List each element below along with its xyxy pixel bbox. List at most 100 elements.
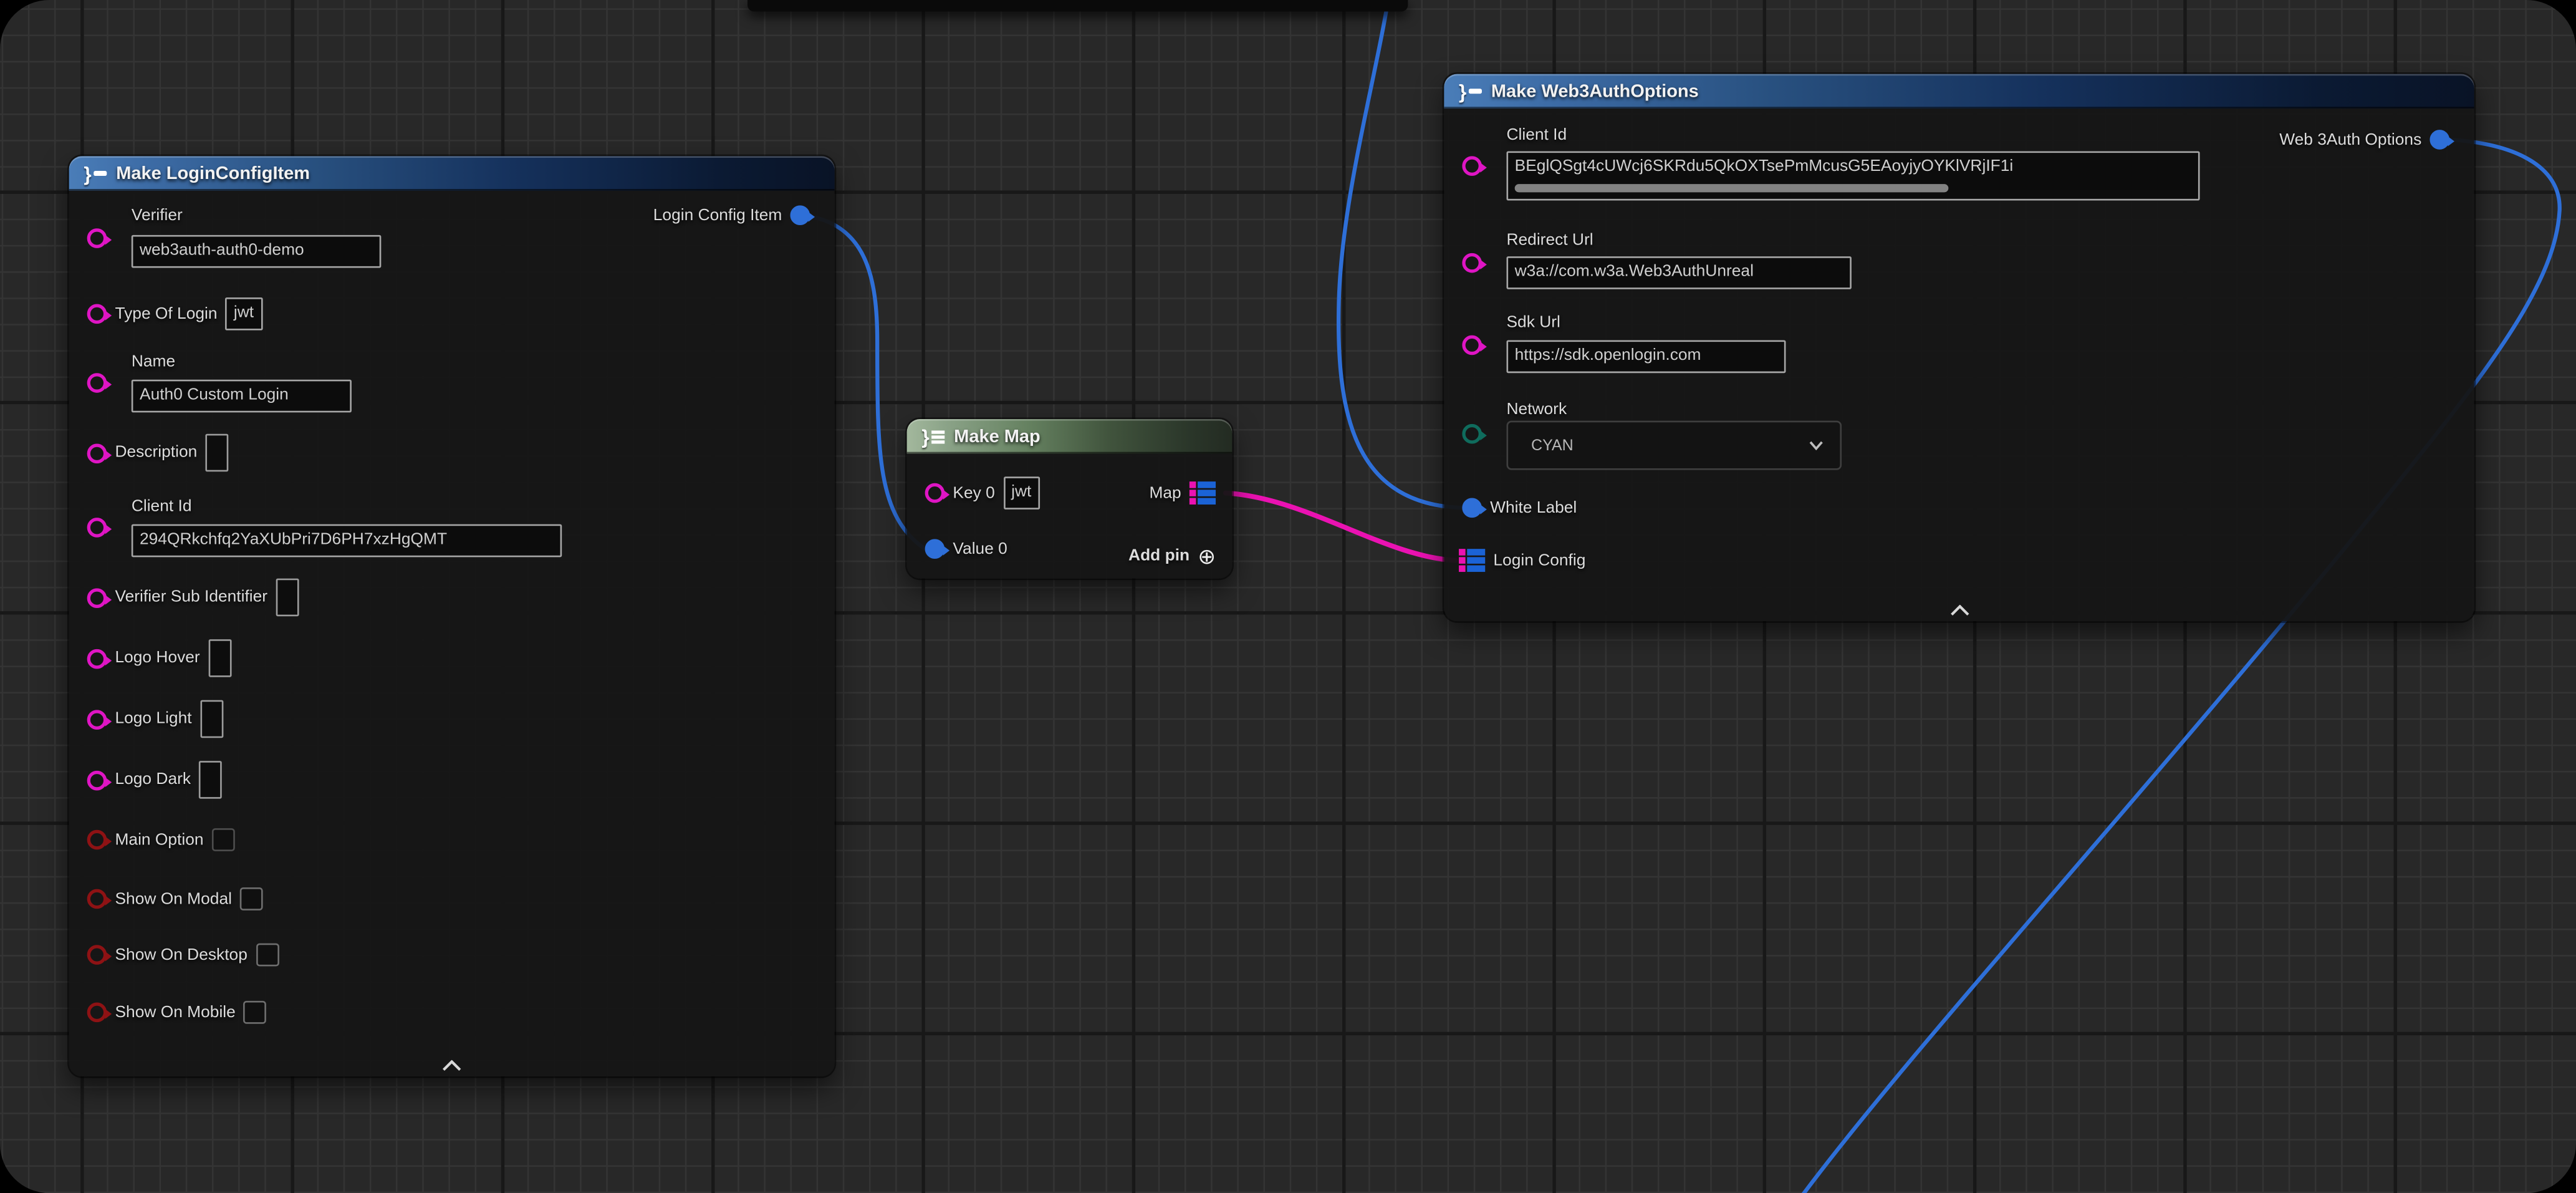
network-dropdown-value: CYAN: [1531, 437, 1574, 455]
web3auth-options-output-pin[interactable]: [2429, 130, 2449, 150]
logo-light-row: Logo Light: [87, 700, 223, 738]
output-pin-label: Web 3Auth Options: [2279, 130, 2421, 148]
verifier-sub-identifier-pin[interactable]: [87, 587, 107, 607]
node-make-map[interactable]: } Make Map Key 0 jwt Map Value 0 Add pin…: [907, 419, 1233, 579]
description-label: Description: [115, 444, 197, 462]
show-on-modal-row: Show On Modal: [87, 887, 263, 910]
redirect-url-label: Redirect Url: [1506, 232, 1593, 250]
client-id-pin[interactable]: [1462, 156, 1482, 176]
type-of-login-field[interactable]: jwt: [226, 297, 262, 331]
client-id-label: Client Id: [132, 498, 192, 516]
show-on-modal-label: Show On Modal: [115, 890, 232, 908]
verifier-field[interactable]: web3auth-auth0-demo: [132, 235, 382, 268]
collapse-chevron-icon[interactable]: [442, 1060, 462, 1071]
value0-row: Value 0: [925, 538, 1007, 561]
sdk-url-label: Sdk Url: [1506, 314, 1560, 332]
show-on-mobile-pin[interactable]: [87, 1002, 107, 1022]
show-on-desktop-label: Show On Desktop: [115, 946, 247, 964]
name-pin[interactable]: [87, 373, 107, 393]
login-config-item-output-pin[interactable]: [791, 205, 810, 225]
logo-light-field[interactable]: [200, 700, 223, 738]
logo-dark-label: Logo Dark: [115, 771, 191, 789]
white-label-label: White Label: [1490, 499, 1577, 517]
add-pin-row[interactable]: Add pin ⊕: [1128, 544, 1216, 567]
add-pin-label: Add pin: [1128, 546, 1189, 564]
type-of-login-pin[interactable]: [87, 304, 107, 324]
logo-dark-field[interactable]: [199, 761, 222, 799]
node-make-loginconfigitem[interactable]: } Make LoginConfigItem Login Config Item…: [69, 156, 835, 1076]
white-label-row: White Label: [1462, 496, 1577, 519]
type-of-login-label: Type Of Login: [115, 305, 217, 323]
value0-pin[interactable]: [925, 539, 945, 559]
collapse-chevron-icon[interactable]: [1949, 605, 1969, 616]
node-make-web3authoptions[interactable]: } Make Web3AuthOptions Web 3Auth Options…: [1444, 74, 2474, 622]
client-id-field[interactable]: 294QRkchfq2YaXUbPri7D6PH7xzHgQMT: [132, 524, 562, 558]
offscreen-node-edge[interactable]: [747, 0, 1408, 11]
map-output-label: Map: [1149, 484, 1181, 502]
login-config-row: Login Config: [1459, 549, 1585, 572]
main-option-label: Main Option: [115, 831, 203, 849]
sdk-url-pin[interactable]: [1462, 336, 1482, 355]
node-title: Make Map: [954, 427, 1040, 447]
map-output-pin[interactable]: [1189, 481, 1216, 505]
node-title: Make Web3AuthOptions: [1491, 81, 1699, 101]
key0-row: Key 0 jwt: [925, 476, 1040, 510]
network-pin[interactable]: [1462, 424, 1482, 444]
show-on-mobile-row: Show On Mobile: [87, 1001, 267, 1024]
logo-light-label: Logo Light: [115, 710, 191, 728]
redirect-url-field[interactable]: w3a://com.w3a.Web3AuthUnreal: [1506, 256, 1851, 289]
add-pin-plus-icon: ⊕: [1198, 545, 1216, 566]
node-header[interactable]: } Make Map: [907, 419, 1233, 453]
verifier-sub-identifier-row: Verifier Sub Identifier: [87, 579, 299, 617]
client-id-pin[interactable]: [87, 518, 107, 538]
client-id-scrollbar[interactable]: [1515, 184, 1949, 192]
description-row: Description: [87, 434, 229, 472]
key0-field[interactable]: jwt: [1003, 476, 1040, 510]
chevron-down-icon: [1809, 440, 1824, 450]
logo-hover-pin[interactable]: [87, 649, 107, 669]
value0-label: Value 0: [953, 540, 1007, 558]
description-field[interactable]: [205, 434, 228, 472]
name-label: Name: [132, 354, 175, 372]
type-of-login-row: Type Of Login jwt: [87, 297, 262, 331]
description-pin[interactable]: [87, 443, 107, 463]
show-on-desktop-row: Show On Desktop: [87, 944, 279, 967]
graph-canvas[interactable]: } Make LoginConfigItem Login Config Item…: [0, 0, 2576, 1193]
logo-dark-pin[interactable]: [87, 770, 107, 790]
show-on-modal-pin[interactable]: [87, 889, 107, 909]
client-id-label: Client Id: [1506, 127, 1567, 145]
verifier-sub-identifier-field[interactable]: [276, 579, 299, 617]
network-label: Network: [1506, 401, 1567, 419]
map-output-row: Map: [1149, 481, 1216, 505]
name-field[interactable]: Auth0 Custom Login: [132, 380, 352, 413]
node-title: Make LoginConfigItem: [116, 163, 310, 183]
verifier-pin[interactable]: [87, 228, 107, 248]
make-struct-icon: }: [84, 163, 106, 183]
redirect-url-pin[interactable]: [1462, 253, 1482, 273]
client-id-field[interactable]: BEglQSgt4cUWcj6SKRdu5QkOXTsePmMcusG5EAoy…: [1506, 151, 2199, 200]
output-pin-row: Login Config Item: [653, 204, 810, 227]
node-header[interactable]: } Make LoginConfigItem: [69, 156, 835, 190]
output-pin-label: Login Config Item: [653, 206, 782, 225]
login-config-pin[interactable]: [1459, 549, 1485, 572]
key0-label: Key 0: [953, 484, 994, 502]
main-option-checkbox[interactable]: [212, 828, 235, 851]
show-on-modal-checkbox[interactable]: [240, 887, 263, 910]
logo-dark-row: Logo Dark: [87, 761, 222, 799]
wire-map-to-loginconfig[interactable]: [1226, 493, 1456, 561]
logo-hover-field[interactable]: [208, 639, 231, 677]
show-on-desktop-checkbox[interactable]: [256, 944, 279, 967]
show-on-desktop-pin[interactable]: [87, 945, 107, 965]
output-pin-row: Web 3Auth Options: [2279, 128, 2449, 152]
key0-pin[interactable]: [925, 483, 945, 503]
make-struct-icon: }: [1459, 81, 1481, 101]
show-on-mobile-label: Show On Mobile: [115, 1003, 235, 1022]
white-label-pin[interactable]: [1462, 498, 1482, 518]
main-option-pin[interactable]: [87, 830, 107, 850]
show-on-mobile-checkbox[interactable]: [244, 1001, 267, 1024]
network-dropdown[interactable]: CYAN: [1506, 421, 1842, 470]
sdk-url-field[interactable]: https://sdk.openlogin.com: [1506, 340, 1785, 373]
logo-light-pin[interactable]: [87, 709, 107, 729]
node-header[interactable]: } Make Web3AuthOptions: [1444, 74, 2474, 109]
logo-hover-row: Logo Hover: [87, 639, 231, 677]
